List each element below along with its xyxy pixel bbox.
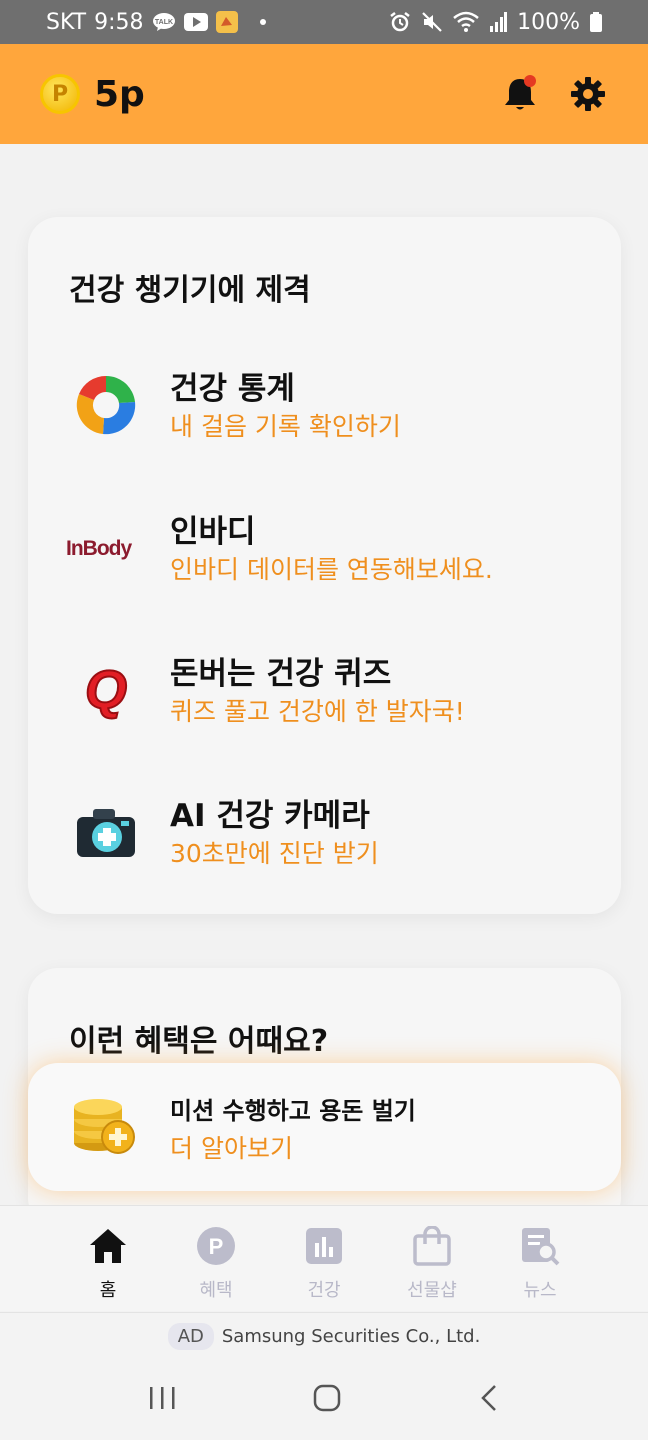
inbody-logo: InBody <box>66 510 146 586</box>
carrier-label: SKT <box>46 9 87 35</box>
tab-label: 뉴스 <box>523 1280 557 1301</box>
mission-banner[interactable]: 미션 수행하고 용돈 벌기 더 알아보기 <box>28 1063 621 1191</box>
tab-label: 혜택 <box>199 1280 233 1301</box>
news-search-icon <box>518 1224 562 1268</box>
list-item-inbody[interactable]: InBody 인바디 인바디 데이터를 연동해보세요. <box>28 498 621 598</box>
pie-chart-icon <box>68 367 144 443</box>
item-title: AI 건강 카메라 <box>170 798 370 834</box>
svg-text:Q: Q <box>85 660 127 720</box>
health-card: 건강 챙기기에 제격 건강 통계 내 걸음 기록 확인하기 InBody 인바디… <box>28 217 621 914</box>
more-notifications-dot <box>259 19 266 25</box>
tab-label: 선물샵 <box>407 1280 457 1301</box>
bottom-nav: 홈 P 혜택 건강 선물샵 뉴스 <box>0 1205 648 1311</box>
mute-icon <box>421 11 443 33</box>
recent-apps-button[interactable] <box>147 1384 177 1416</box>
item-subtitle: 내 걸음 기록 확인하기 <box>170 412 401 441</box>
tab-benefits[interactable]: P 혜택 <box>162 1206 270 1311</box>
shopping-bag-icon <box>410 1224 454 1268</box>
battery-icon <box>590 12 602 32</box>
tab-label: 홈 <box>99 1280 117 1301</box>
bell-icon[interactable] <box>500 74 540 114</box>
system-nav-bar <box>0 1360 648 1440</box>
tab-health[interactable]: 건강 <box>270 1206 378 1311</box>
wifi-icon <box>453 11 479 33</box>
svg-text:P: P <box>209 1234 224 1259</box>
list-item-quiz[interactable]: Q 돈버는 건강 퀴즈 퀴즈 풀고 건강에 한 발자국! <box>28 640 621 740</box>
item-title: 건강 통계 <box>170 371 295 407</box>
battery-percent: 100% <box>517 9 580 35</box>
signal-icon <box>489 12 508 32</box>
item-title: 인바디 <box>170 514 256 550</box>
quiz-q-icon: Q <box>68 652 144 728</box>
tab-home[interactable]: 홈 <box>54 1206 162 1311</box>
home-button[interactable] <box>312 1383 342 1417</box>
list-item-health-stats[interactable]: 건강 통계 내 걸음 기록 확인하기 <box>28 355 621 455</box>
tab-gift-shop[interactable]: 선물샵 <box>378 1206 486 1311</box>
bar-chart-icon <box>302 1224 346 1268</box>
home-icon <box>86 1224 130 1268</box>
ad-badge: AD <box>167 1323 214 1350</box>
app-header: P 5p <box>0 44 648 144</box>
alarm-icon <box>389 11 411 33</box>
youtube-icon <box>183 13 208 31</box>
item-title: 돈버는 건강 퀴즈 <box>170 656 392 692</box>
kakaotalk-icon: TALK <box>152 12 176 32</box>
benefits-card-title: 이런 혜택은 어때요? <box>69 1024 329 1059</box>
tab-label: 건강 <box>307 1280 341 1301</box>
point-coin-icon: P <box>40 74 80 114</box>
ad-banner[interactable]: AD Samsung Securities Co., Ltd. <box>0 1312 648 1360</box>
tab-news[interactable]: 뉴스 <box>486 1206 594 1311</box>
svg-text:TALK: TALK <box>154 19 172 26</box>
list-item-ai-camera[interactable]: AI 건강 카메라 30초만에 진단 받기 <box>28 782 621 882</box>
item-subtitle: 인바디 데이터를 연동해보세요. <box>170 555 493 584</box>
time-label: 9:58 <box>94 9 144 35</box>
svg-text:InBody: InBody <box>66 537 132 560</box>
gear-icon[interactable] <box>568 74 608 114</box>
coin-stack-icon <box>68 1091 138 1161</box>
mission-title: 미션 수행하고 용돈 벌기 <box>170 1097 416 1125</box>
item-subtitle: 30초만에 진단 받기 <box>170 839 379 868</box>
back-button[interactable] <box>477 1383 501 1417</box>
mission-learn-more-link[interactable]: 더 알아보기 <box>170 1129 293 1165</box>
ad-text: Samsung Securities Co., Ltd. <box>221 1326 481 1347</box>
medical-camera-icon <box>68 794 144 870</box>
app-notification-icon <box>215 11 238 33</box>
health-card-title: 건강 챙기기에 제격 <box>69 273 311 308</box>
status-bar: SKT 9:58 TALK 100% <box>0 0 648 44</box>
item-subtitle: 퀴즈 풀고 건강에 한 발자국! <box>170 697 465 726</box>
points-balance[interactable]: 5p <box>94 74 472 115</box>
point-icon: P <box>194 1224 238 1268</box>
